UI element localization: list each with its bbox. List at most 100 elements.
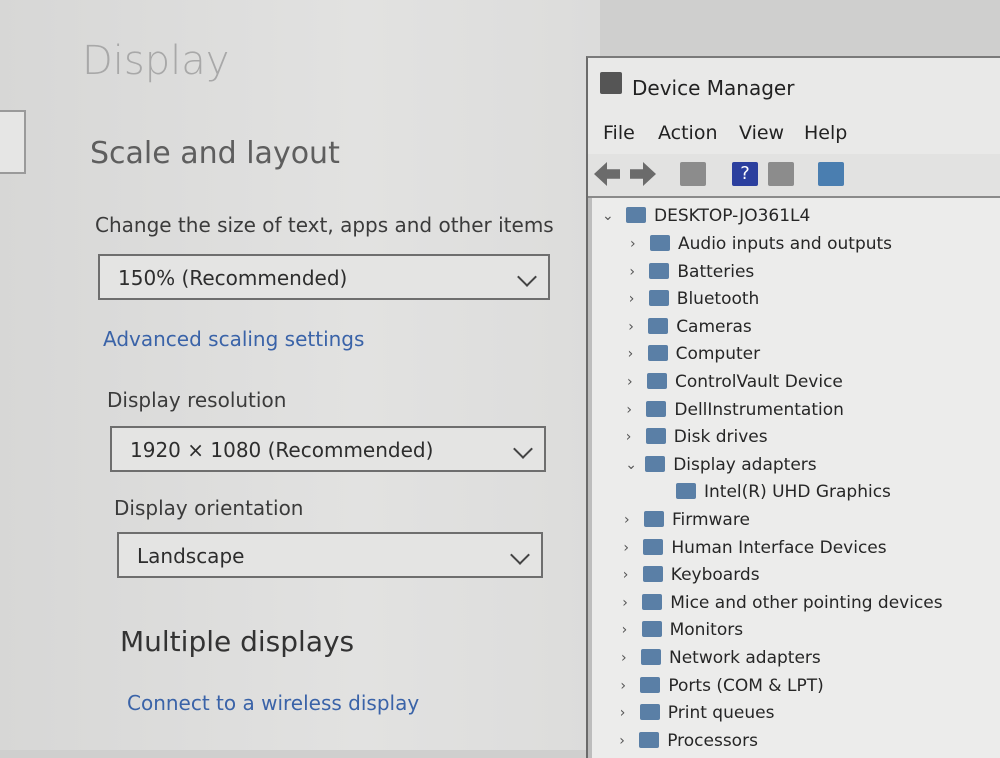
tree-item-label: Human Interface Devices: [671, 537, 887, 558]
chevron-right-icon[interactable]: ›: [629, 264, 635, 280]
device-category-icon: [650, 235, 670, 251]
tree-item-label: Monitors: [669, 620, 744, 641]
tree-category[interactable]: Keyboards: [642, 565, 760, 586]
chevron-right-icon[interactable]: ›: [629, 291, 635, 307]
tree-category[interactable]: Firmware: [644, 510, 750, 530]
advanced-scaling-link[interactable]: Advanced scaling settings: [103, 327, 364, 351]
chevron-down-icon[interactable]: ⌄: [625, 457, 637, 473]
chevron-right-icon[interactable]: ›: [628, 346, 634, 362]
orientation-dropdown[interactable]: Landscape: [117, 532, 543, 578]
tree-item-label: Display adapters: [673, 454, 817, 475]
chevron-down-icon: [513, 439, 533, 459]
page-title: Display: [82, 38, 230, 84]
tree-category[interactable]: Batteries: [649, 262, 754, 282]
device-category-icon: [639, 704, 660, 721]
tree-category[interactable]: Human Interface Devices: [643, 537, 887, 558]
orientation-label: Display orientation: [114, 496, 304, 520]
computer-icon: [626, 207, 646, 223]
chevron-right-icon[interactable]: ›: [626, 429, 632, 445]
tree-item-label: Processors: [667, 730, 758, 751]
menu-file[interactable]: File: [603, 122, 635, 144]
chevron-right-icon[interactable]: ›: [620, 678, 626, 694]
tree-item-label: Disk drives: [673, 427, 768, 448]
chevron-right-icon[interactable]: ›: [619, 733, 625, 749]
chevron-right-icon[interactable]: ›: [620, 705, 626, 721]
device-category-icon: [649, 262, 670, 279]
device-category-icon: [648, 290, 669, 307]
chevron-down-icon: [510, 545, 530, 565]
tree-item-label: Print queues: [667, 703, 775, 724]
chevron-right-icon[interactable]: ›: [630, 236, 636, 252]
tree-category[interactable]: ControlVault Device: [647, 372, 843, 392]
wireless-display-link[interactable]: Connect to a wireless display: [127, 691, 419, 715]
tree-item-label: Batteries: [677, 261, 755, 282]
tree-item-label: ControlVault Device: [675, 372, 843, 392]
tree-child-item[interactable]: Intel(R) UHD Graphics: [676, 482, 891, 502]
device-category-icon: [643, 538, 664, 555]
scale-label: Change the size of text, apps and other …: [95, 213, 554, 237]
tree-category[interactable]: Cameras: [648, 317, 752, 337]
chevron-right-icon[interactable]: ›: [622, 622, 628, 638]
tree-category[interactable]: DellInstrumentation: [646, 400, 844, 420]
resolution-value: 1920 × 1080 (Recommended): [130, 438, 434, 462]
arrow-left-icon[interactable]: [594, 162, 620, 186]
chevron-right-icon[interactable]: ›: [624, 512, 630, 528]
arrow-right-icon[interactable]: [630, 162, 656, 186]
resolution-label: Display resolution: [107, 388, 287, 412]
device-category-icon: [641, 621, 662, 638]
tree-category[interactable]: Network adapters: [641, 648, 821, 668]
window-title: Device Manager: [632, 76, 795, 100]
menu-view[interactable]: View: [739, 122, 784, 144]
tree-category[interactable]: Computer: [647, 344, 761, 365]
tree-item-label: DellInstrumentation: [674, 399, 844, 420]
scale-dropdown[interactable]: 150% (Recommended): [98, 254, 550, 300]
chevron-down-icon: [517, 267, 537, 287]
tree-item-label: Keyboards: [670, 565, 760, 586]
tree-item-label: Computer: [675, 344, 761, 365]
sidebar-search-box[interactable]: [0, 110, 26, 174]
device-category-icon: [641, 649, 661, 665]
tree-item-label: Cameras: [676, 316, 752, 337]
chevron-right-icon[interactable]: ›: [623, 540, 629, 556]
tree-item-label: Ports (COM & LPT): [668, 675, 824, 696]
tree-category[interactable]: Audio inputs and outputs: [650, 234, 892, 254]
tree-category[interactable]: Disk drives: [645, 427, 768, 448]
tree-category[interactable]: Display adapters: [645, 454, 817, 475]
tree-category[interactable]: Monitors: [641, 620, 744, 641]
chevron-right-icon[interactable]: ›: [621, 650, 627, 666]
tree-item-label: Network adapters: [669, 648, 821, 668]
menu-help[interactable]: Help: [804, 122, 847, 144]
help-icon[interactable]: ?: [732, 162, 758, 186]
device-category-icon: [645, 455, 666, 472]
properties-icon[interactable]: [680, 162, 706, 186]
device-category-icon: [642, 593, 663, 610]
device-category-icon: [644, 511, 664, 527]
tree-category[interactable]: Print queues: [639, 703, 775, 724]
device-category-icon: [676, 483, 696, 500]
device-category-icon: [647, 373, 667, 389]
chevron-right-icon[interactable]: ›: [622, 595, 628, 611]
chevron-right-icon[interactable]: ›: [623, 567, 629, 583]
monitor-icon[interactable]: [818, 162, 844, 186]
tree-category[interactable]: Bluetooth: [648, 289, 759, 309]
section-title: Scale and layout: [90, 136, 340, 171]
device-category-icon: [642, 566, 663, 583]
device-category-icon: [640, 676, 661, 693]
update-driver-icon[interactable]: [768, 162, 794, 186]
device-category-icon: [648, 317, 669, 334]
device-category-icon: [645, 428, 666, 445]
tree-category[interactable]: Ports (COM & LPT): [640, 675, 824, 696]
tree-category[interactable]: Mice and other pointing devices: [642, 593, 943, 613]
chevron-right-icon[interactable]: ›: [627, 374, 633, 390]
chevron-down-icon[interactable]: ⌄: [602, 208, 614, 224]
tree-root[interactable]: DESKTOP-JO361L4: [626, 206, 810, 226]
resolution-dropdown[interactable]: 1920 × 1080 (Recommended): [110, 426, 546, 472]
tree-item-label: Intel(R) UHD Graphics: [704, 482, 891, 503]
tree-item-label: Firmware: [672, 510, 750, 530]
device-manager-window: Device Manager File Action View Help ? ⌄…: [586, 56, 1000, 758]
menu-action[interactable]: Action: [658, 122, 718, 144]
chevron-right-icon[interactable]: ›: [626, 402, 632, 418]
tree-category[interactable]: Processors: [639, 731, 758, 751]
toolbar: ?: [588, 154, 1000, 198]
chevron-right-icon[interactable]: ›: [628, 319, 634, 335]
